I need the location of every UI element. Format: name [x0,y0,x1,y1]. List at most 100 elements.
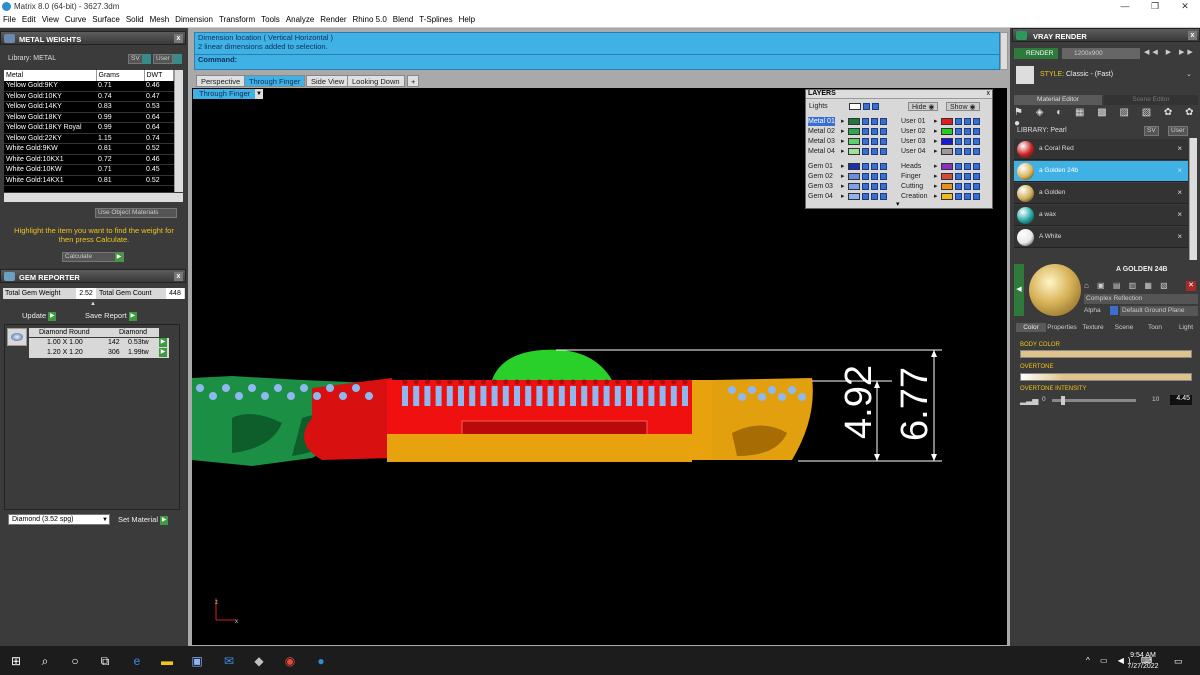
play-icon[interactable]: ▸ [934,192,938,201]
table-row[interactable]: Yellow Gold:18KY Royal 0.99 0.64 [4,122,174,134]
table-row[interactable]: White Gold:10KW 0.71 0.45 [4,164,174,176]
tab-properties[interactable]: Properties [1047,323,1077,332]
rhino-icon[interactable]: ◆ [252,655,266,667]
save-report-button[interactable]: Save Report ▶ [85,311,137,321]
maximize-button[interactable]: ❐ [1145,1,1165,12]
col-grams[interactable]: Grams [96,70,145,81]
tab-scene[interactable]: Scene [1109,323,1139,332]
style-value[interactable]: Classic - (Fast) [1066,71,1113,78]
layer-toggle[interactable] [973,163,980,170]
body-color-slider[interactable] [1020,350,1192,358]
layer-label[interactable]: User 01 [901,117,926,126]
layer-color-swatch[interactable] [941,128,953,135]
layer-toggle[interactable] [872,103,879,110]
add-tab-button[interactable]: + [407,75,420,87]
material-select[interactable]: Diamond (3.52 spg) ▼ [8,514,110,525]
layer-label[interactable]: Metal 03 [808,137,835,146]
play-icon[interactable]: ▸ [841,172,845,181]
layer-color-swatch[interactable] [941,148,953,155]
col-dwt[interactable]: DWT [144,70,174,81]
layer-color-swatch[interactable] [941,193,953,200]
layer-label[interactable]: Gem 01 [808,162,833,171]
tab-looking-down[interactable]: Looking Down [347,75,405,87]
layer-label[interactable]: Heads [901,162,921,171]
menu-curve[interactable]: Curve [62,14,89,25]
sv-toggle[interactable] [142,54,151,64]
lights-swatch[interactable] [849,103,861,110]
layer-toggle[interactable] [964,163,971,170]
menu-mesh[interactable]: Mesh [147,14,173,25]
file-explorer-icon[interactable]: ▬ [160,655,174,667]
menu-render[interactable]: Render [317,14,349,25]
layer-toggle[interactable] [871,138,878,145]
chevron-down-icon[interactable]: ⌄ [1186,70,1192,78]
use-object-materials-checkbox[interactable]: Use Object Materials [95,208,177,218]
tab-material-editor[interactable]: Material Editor [1014,95,1102,105]
set-material-button[interactable]: Set Material ▶ [118,515,169,525]
widgets-icon[interactable]: ⧉ [98,655,112,667]
layer-color-swatch[interactable] [848,173,860,180]
layer-toggle[interactable] [973,173,980,180]
play-icon[interactable]: ▸ [934,182,938,191]
layer-color-swatch[interactable] [848,163,860,170]
tab-color[interactable]: Color [1016,323,1046,332]
layer-toggle[interactable] [871,183,878,190]
play-icon[interactable]: ▸ [841,192,845,201]
lock-icon[interactable] [955,118,962,125]
lock-icon[interactable] [955,173,962,180]
lock-icon[interactable] [862,193,869,200]
layer-toggle[interactable] [964,148,971,155]
remove-icon[interactable]: × [1177,210,1182,219]
resolution-field[interactable]: 1200x900 [1062,48,1140,59]
lock-icon[interactable] [862,148,869,155]
mail-icon[interactable]: ✉ [222,655,236,667]
menu-help[interactable]: Help [456,14,478,25]
ground-plane-select[interactable]: Default Ground Plane [1120,306,1198,316]
clock-time[interactable]: 9:54 AM [1124,652,1162,659]
play-icon[interactable]: ▸ [934,117,938,126]
lock-icon[interactable] [862,128,869,135]
layer-toggle[interactable] [973,138,980,145]
command-scrollbar[interactable] [1000,32,1008,70]
intensity-slider-knob[interactable] [1061,396,1065,405]
store-icon[interactable]: ▣ [190,655,204,667]
menu-tsplines[interactable]: T-Splines [416,14,455,25]
render-controls[interactable]: ◀◀ ▶ ▶▶ [1144,48,1196,59]
close-icon[interactable]: x [1188,31,1197,40]
lock-icon[interactable] [862,118,869,125]
layer-color-swatch[interactable] [941,173,953,180]
menu-edit[interactable]: Edit [19,14,39,25]
table-row[interactable]: Yellow Gold:14KY 0.83 0.53 [4,101,174,113]
layer-toggle[interactable] [964,183,971,190]
delete-icon[interactable]: ✕ [1186,281,1196,291]
lock-icon[interactable] [955,163,962,170]
layer-toggle[interactable] [880,163,887,170]
layer-label[interactable]: Metal 02 [808,127,835,136]
dimension-outer[interactable]: 6.77 [860,367,970,441]
metal-table-scrollbar[interactable] [174,70,183,192]
layer-label[interactable]: Finger [901,172,921,181]
table-row[interactable]: White Gold:9KW 0.81 0.52 [4,143,174,155]
lock-icon[interactable] [955,128,962,135]
intensity-value[interactable]: 4.45 [1170,395,1192,405]
reflection-select[interactable]: Complex Reflection [1084,294,1198,304]
tab-light[interactable]: Light [1171,323,1200,332]
layer-toggle[interactable] [863,103,870,110]
layer-toggle[interactable] [964,173,971,180]
layer-toggle[interactable] [973,128,980,135]
play-icon[interactable]: ▸ [934,127,938,136]
layer-toggle[interactable] [871,148,878,155]
play-icon[interactable]: ▸ [841,182,845,191]
menu-analyze[interactable]: Analyze [283,14,317,25]
style-thumbnail[interactable] [1016,66,1034,84]
table-row[interactable]: Yellow Gold:9KY 0.71 0.46 [4,80,174,92]
layer-toggle[interactable] [880,193,887,200]
layer-label[interactable]: Metal 01 [808,117,835,126]
play-icon[interactable]: ▶ [159,338,167,347]
chrome-icon[interactable]: ◉ [283,655,297,667]
play-icon[interactable]: ▸ [934,162,938,171]
layer-color-swatch[interactable] [941,183,953,190]
menu-solid[interactable]: Solid [123,14,147,25]
close-button[interactable]: ✕ [1175,1,1195,12]
close-icon[interactable]: x [987,90,991,97]
